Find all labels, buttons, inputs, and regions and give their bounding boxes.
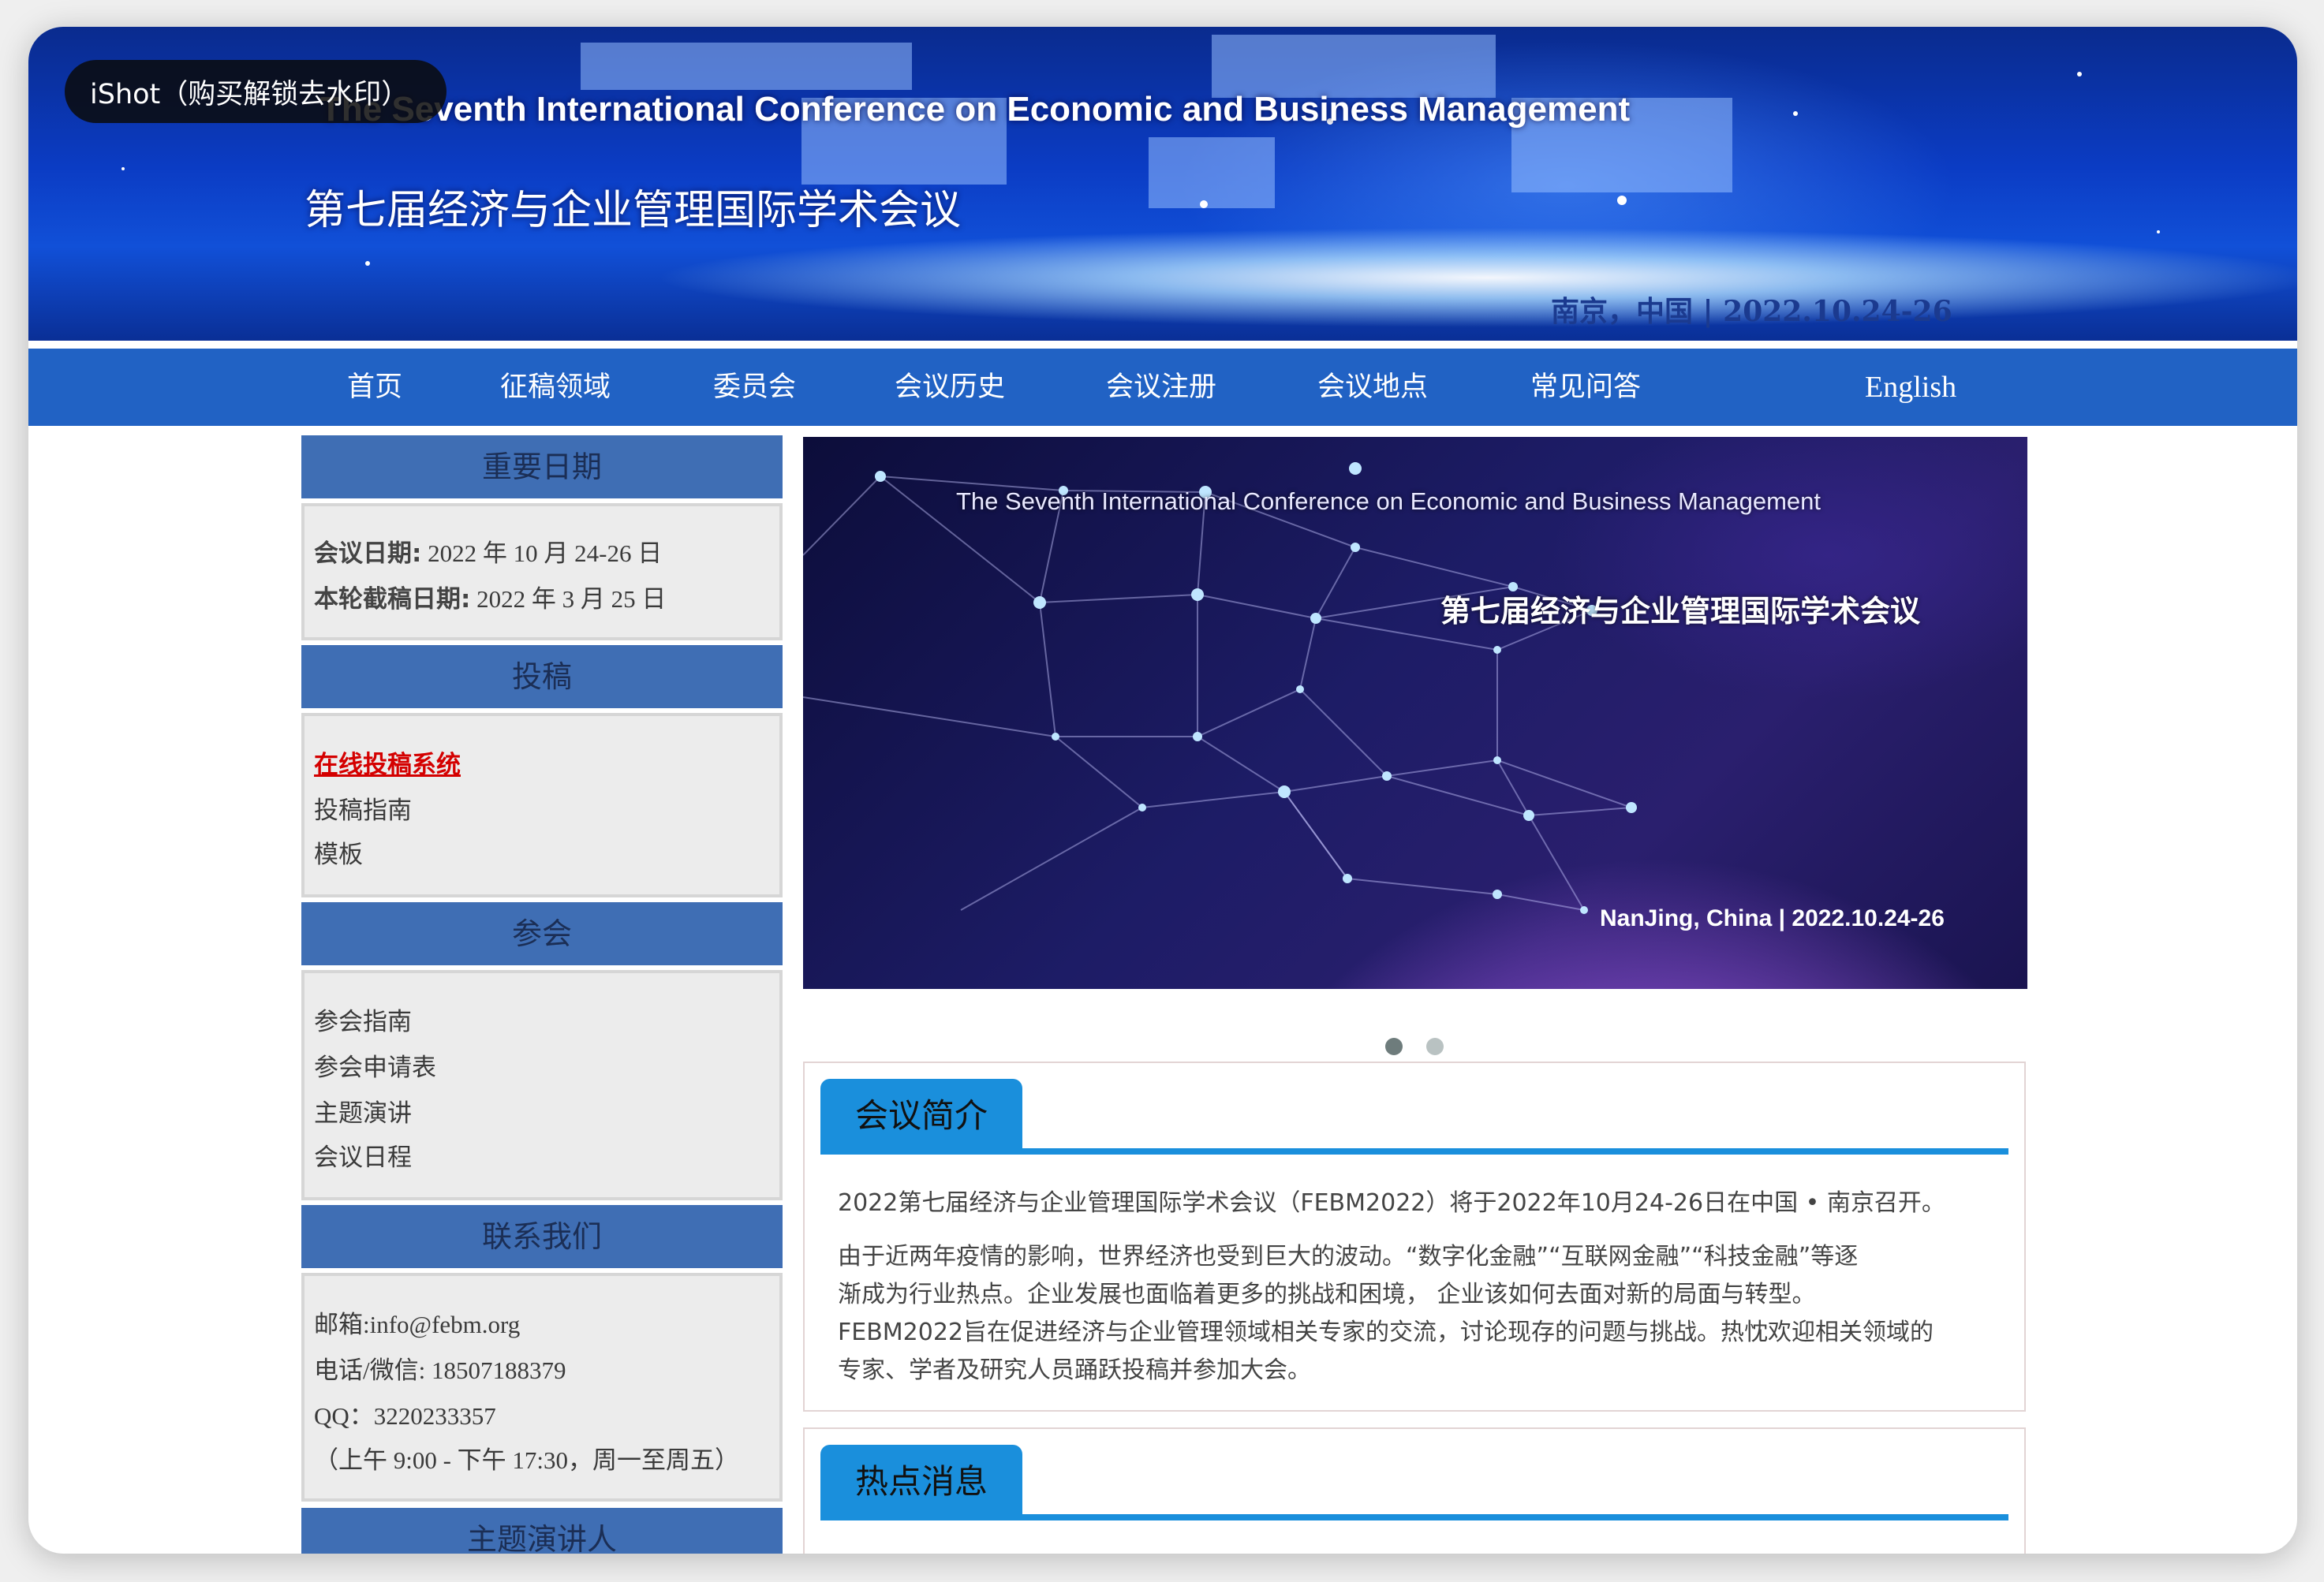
banner-location-date: 南京，中国 | 2022.10.24-26 — [1551, 295, 1952, 328]
nav-english[interactable]: English — [1865, 349, 1956, 426]
intro-paragraph-1: 2022第七届经济与企业管理国际学术会议（FEBM2022）将于2022年10月… — [838, 1189, 1945, 1217]
sidebar-heading-speakers[interactable]: 主题演讲人 — [301, 1508, 783, 1554]
intro-tab: 会议简介 — [820, 1079, 1022, 1153]
nav-call-for-papers[interactable]: 征稿领域 — [500, 349, 611, 426]
contact-phone: 电话/微信: 18507188379 — [314, 1356, 566, 1384]
slider-dot-1-active[interactable] — [1385, 1038, 1403, 1055]
sidebar-box-dates: 会议日期: 2022 年 10 月 24-26 日 本轮截稿日期: 2022 年… — [301, 503, 783, 640]
sidebar-box-contact: 邮箱:info@febm.org 电话/微信: 18507188379 QQ：3… — [301, 1273, 783, 1502]
nav-home[interactable]: 首页 — [347, 349, 402, 426]
slide-location-date: NanJing, China | 2022.10.24-26 — [1600, 905, 1945, 931]
contact-email: 邮箱:info@febm.org — [314, 1311, 521, 1338]
nav-history[interactable]: 会议历史 — [895, 349, 1005, 426]
keynote-link[interactable]: 主题演讲 — [314, 1093, 412, 1129]
contact-hours: （上午 9:00 - 下午 17:30，周一至周五） — [314, 1446, 740, 1474]
conference-date: 会议日期: 2022 年 10 月 24-26 日 — [314, 533, 662, 569]
browser-window: The Seventh International Conference on … — [28, 27, 2297, 1554]
nav-venue[interactable]: 会议地点 — [1317, 349, 1428, 426]
site-banner: The Seventh International Conference on … — [28, 27, 2297, 341]
sidebar-box-submit: 在线投稿系统 投稿指南 模板 — [301, 713, 783, 897]
nav-faq[interactable]: 常见问答 — [1530, 349, 1641, 426]
sidebar-box-attend: 参会指南 参会申请表 主题演讲 会议日程 — [301, 970, 783, 1200]
ishot-watermark-badge: iShot（购买解锁去水印） — [65, 60, 446, 123]
online-submission-label[interactable]: 在线投稿系统 — [314, 751, 461, 779]
submission-guide-link[interactable]: 投稿指南 — [314, 790, 412, 826]
sidebar-heading-contact: 联系我们 — [301, 1205, 783, 1268]
intro-tab-rule — [820, 1148, 2008, 1155]
intro-paragraph-2-line-2: 渐成为行业热点。企业发展也面临着更多的挑战和困境， 企业该如何去面对新的局面与转… — [838, 1281, 1816, 1308]
news-tab: 热点消息 — [820, 1445, 1022, 1519]
contact-qq: QQ：3220233357 — [314, 1402, 496, 1430]
main-nav: 首页 征稿领域 委员会 会议历史 会议注册 会议地点 常见问答 English — [28, 349, 2297, 426]
conference-date-value: 2022 年 10 月 24-26 日 — [421, 539, 663, 567]
attend-guide-link[interactable]: 参会指南 — [314, 1002, 412, 1037]
slide-title-cn: 第七届经济与企业管理国际学术会议 — [1440, 594, 1921, 629]
deadline-value: 2022 年 3 月 25 日 — [470, 585, 667, 613]
conference-date-label: 会议日期: — [314, 539, 422, 568]
slide-title-en: The Seventh International Conference on … — [956, 487, 1821, 515]
intro-card: 会议简介 2022第七届经济与企业管理国际学术会议（FEBM2022）将于202… — [803, 1062, 2026, 1412]
banner-title-cn: 第七届经济与企业管理国际学术会议 — [305, 187, 962, 234]
news-tab-rule — [820, 1514, 2008, 1520]
schedule-link[interactable]: 会议日程 — [314, 1137, 412, 1173]
sidebar-heading-submit: 投稿 — [301, 645, 783, 708]
template-link[interactable]: 模板 — [314, 834, 363, 870]
sidebar-heading-dates: 重要日期 — [301, 435, 783, 498]
banner-title-en: The Seventh International Conference on … — [320, 90, 1631, 129]
nav-committee[interactable]: 委员会 — [713, 349, 796, 426]
intro-paragraph-2-line-4: 专家、学者及研究人员踊跃投稿并参加大会。 — [838, 1356, 1311, 1384]
nav-registration[interactable]: 会议注册 — [1106, 349, 1216, 426]
online-submission-link[interactable]: 在线投稿系统 — [314, 744, 461, 780]
hero-slider[interactable]: The Seventh International Conference on … — [803, 437, 2027, 989]
deadline-label: 本轮截稿日期: — [314, 585, 471, 614]
submission-deadline: 本轮截稿日期: 2022 年 3 月 25 日 — [314, 579, 666, 614]
news-card: 热点消息 — [803, 1427, 2026, 1554]
attend-form-link[interactable]: 参会申请表 — [314, 1047, 436, 1083]
intro-paragraph-2-line-1: 由于近两年疫情的影响，世界经济也受到巨大的波动。“数字化金融”“互联网金融”“科… — [838, 1243, 1859, 1270]
intro-paragraph-2-line-3: FEBM2022旨在促进经济与企业管理领域相关专家的交流，讨论现存的问题与挑战。… — [838, 1319, 1934, 1346]
slider-dot-2[interactable] — [1426, 1038, 1444, 1055]
sidebar-heading-attend: 参会 — [301, 902, 783, 965]
